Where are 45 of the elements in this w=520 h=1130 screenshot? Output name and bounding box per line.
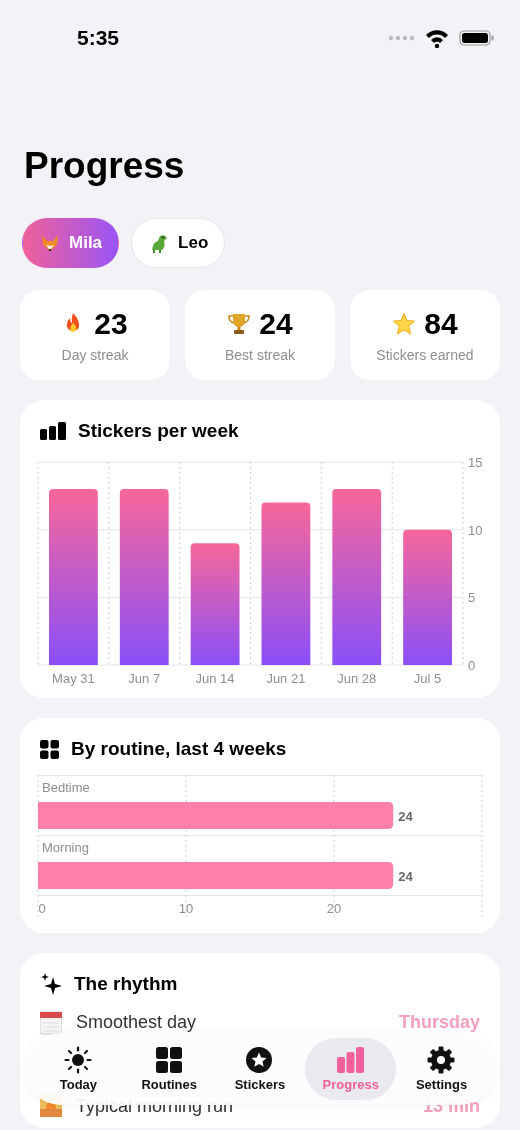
axis-category-label: Bedtime [42,780,90,795]
star-badge-icon [245,1046,275,1074]
bar-value-label: 24 [398,869,413,884]
bar-value-label: 24 [398,809,413,824]
card-title: By routine, last 4 weeks [71,738,287,760]
card-title: Stickers per week [78,420,239,442]
axis-tick-label: Jul 5 [413,671,442,686]
axis-tick-label: 0 [468,658,476,673]
stat-name: Smoothest day [76,1011,198,1033]
bar-chart-icon [336,1046,366,1074]
grid-icon [154,1046,184,1074]
axis-tick-label: May 31 [52,671,95,686]
child-chip[interactable]: Mila [22,218,120,268]
trophy-icon [227,312,252,336]
star-icon [392,312,417,336]
axis-tick-label: 15 [468,455,483,470]
stat-value: Thursday [398,1011,480,1033]
axis-tick-label: Jun 28 [337,671,377,686]
stat-value: 24 [259,307,293,341]
stat-label: Day streak [61,347,129,363]
axis-tick-label: 0 [38,901,46,916]
bar-chart-icon [40,422,66,440]
grid-icon [40,739,59,759]
axis-tick-label: Jun 7 [128,671,161,686]
page-title: Progress [24,146,186,186]
battery-icon [459,30,494,46]
sun-icon [63,1046,93,1074]
axis-category-label: Morning [42,840,89,855]
status-time: 5:35 [77,26,120,50]
axis-tick-label: Jun 14 [195,671,235,686]
stat-label: Stickers earned [376,347,474,363]
axis-tick-label: 10 [468,522,483,538]
wifi-icon [425,28,449,48]
axis-tick-label: 10 [178,901,194,916]
stat-value: 23 [94,307,128,341]
stat-label: Best streak [225,347,295,363]
sparkles-icon [40,973,62,995]
axis-tick-label: 20 [326,901,342,916]
child-chip[interactable]: Leo [131,218,226,268]
axis-tick-label: Jun 21 [266,671,306,686]
card-title: The rhythm [74,973,178,995]
stat-value: 84 [424,307,458,341]
settings-icon [427,1046,457,1074]
signal-icon [388,34,415,42]
axis-tick-label: 5 [468,590,476,606]
